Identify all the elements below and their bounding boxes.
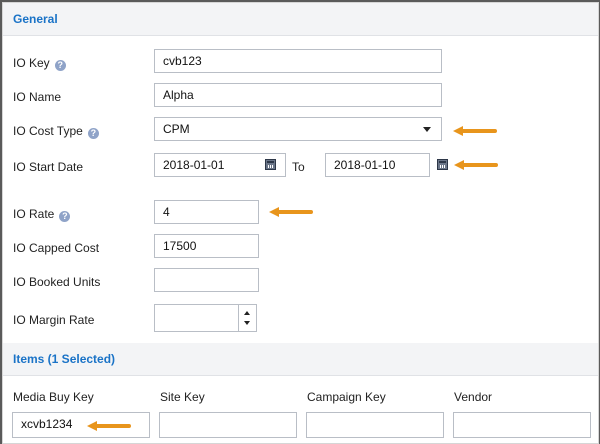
campaign-key-input[interactable]: [306, 412, 444, 438]
io-margin-rate-stepper[interactable]: [154, 304, 257, 332]
help-icon[interactable]: ?: [87, 128, 99, 139]
column-vendor: Vendor: [454, 390, 493, 404]
io-cost-type-label-row: IO Cost Type?: [13, 124, 99, 139]
io-key-input[interactable]: cvb123: [154, 49, 442, 73]
chevron-down-icon[interactable]: [423, 127, 431, 132]
to-label: To: [292, 160, 305, 174]
general-section-header: General: [3, 3, 598, 36]
io-cost-type-value: CPM: [163, 122, 190, 136]
io-cost-type-label: IO Cost Type: [13, 124, 83, 138]
arrow-left-icon: [269, 207, 313, 217]
io-rate-input[interactable]: 4: [154, 200, 259, 224]
io-booked-units-label: IO Booked Units: [13, 275, 101, 289]
calendar-icon[interactable]: [437, 159, 448, 170]
io-cost-type-select[interactable]: CPM: [154, 117, 442, 141]
general-section-title: General: [13, 12, 58, 26]
io-rate-label-row: IO Rate?: [13, 207, 71, 222]
arrow-left-icon: [87, 421, 131, 431]
vendor-input[interactable]: [453, 412, 591, 438]
io-margin-rate-label: IO Margin Rate: [13, 313, 95, 327]
io-form-panel: General IO Key? cvb123 IO Name Alpha IO …: [2, 2, 599, 444]
io-booked-units-input[interactable]: [154, 268, 259, 292]
column-campaign-key: Campaign Key: [307, 390, 386, 404]
items-section-header: Items (1 Selected): [3, 343, 598, 376]
column-media-buy-key: Media Buy Key: [13, 390, 94, 404]
stepper-controls[interactable]: [238, 305, 256, 331]
io-key-label-row: IO Key?: [13, 56, 66, 71]
decrement-icon[interactable]: [244, 321, 250, 325]
items-section-title: Items (1 Selected): [13, 352, 116, 366]
increment-icon[interactable]: [244, 311, 250, 315]
io-name-label: IO Name: [13, 90, 62, 104]
calendar-icon[interactable]: [265, 159, 276, 170]
help-icon[interactable]: ?: [59, 211, 71, 222]
help-icon[interactable]: ?: [54, 60, 66, 71]
io-end-date-input[interactable]: 2018-01-10: [325, 153, 430, 177]
io-rate-label: IO Rate: [13, 207, 55, 221]
io-name-input[interactable]: Alpha: [154, 83, 442, 107]
column-site-key: Site Key: [160, 390, 205, 404]
arrow-left-icon: [454, 160, 498, 170]
io-key-label: IO Key: [13, 56, 50, 70]
io-capped-cost-label: IO Capped Cost: [13, 241, 100, 255]
io-capped-cost-input[interactable]: 17500: [154, 234, 259, 258]
arrow-left-icon: [453, 126, 497, 136]
io-start-date-label: IO Start Date: [13, 160, 84, 174]
site-key-input[interactable]: [159, 412, 297, 438]
